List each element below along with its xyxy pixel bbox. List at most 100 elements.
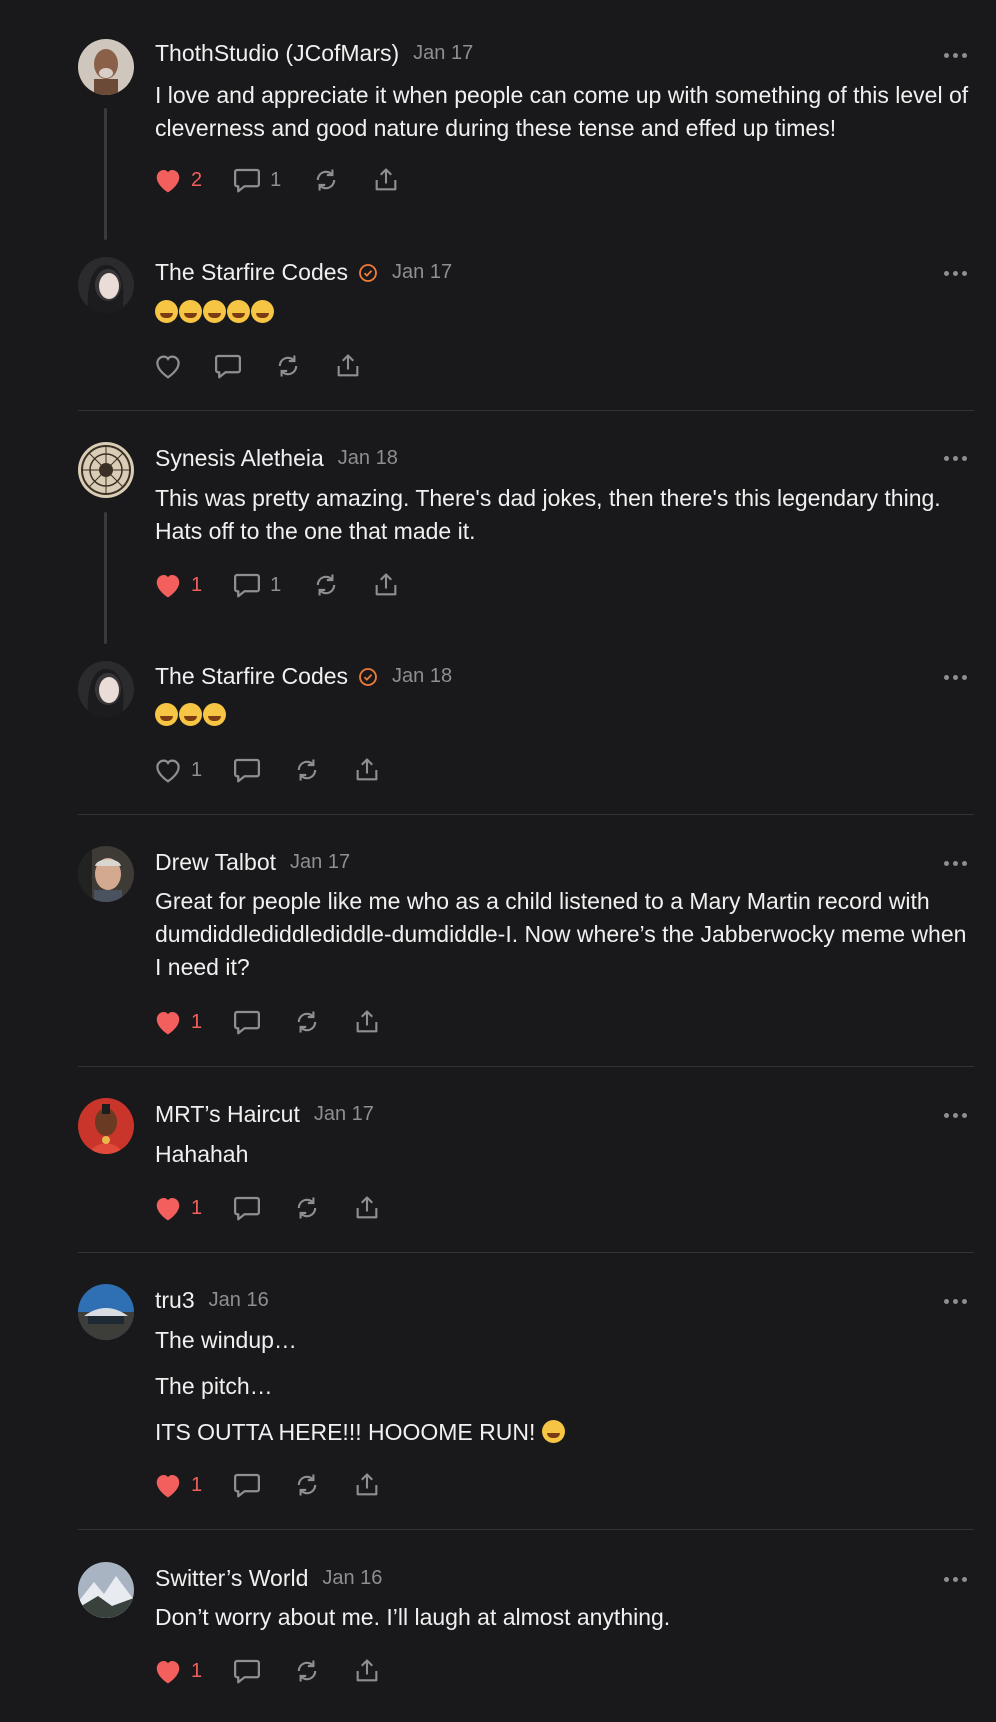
comment-icon (234, 758, 261, 783)
more-options-icon[interactable] (944, 1573, 968, 1585)
like-button[interactable]: 1 (153, 756, 202, 784)
like-button[interactable]: 1 (153, 1471, 202, 1499)
avatar[interactable] (78, 257, 134, 313)
author-name[interactable]: tru3 (155, 1287, 195, 1314)
like-button[interactable]: 2 (153, 166, 202, 194)
comment-icon (234, 168, 261, 193)
author-name[interactable]: Switter’s World (155, 1565, 308, 1592)
restack-button[interactable] (292, 1471, 322, 1499)
comment-text: ITS OUTTA HERE!!! HOOOME RUN! (155, 1419, 536, 1445)
more-options-icon[interactable] (944, 49, 968, 61)
avatar[interactable] (78, 1284, 134, 1340)
share-button[interactable] (352, 1471, 382, 1499)
comment-date[interactable]: Jan 17 (290, 851, 350, 874)
share-button[interactable] (371, 571, 401, 599)
restack-icon (297, 1197, 317, 1219)
reply-button[interactable] (213, 352, 243, 380)
divider (78, 1066, 974, 1067)
comment-date[interactable]: Jan 17 (413, 42, 473, 65)
comment-date[interactable]: Jan 16 (209, 1289, 269, 1312)
more-options-icon[interactable] (944, 1295, 968, 1307)
comment-text: Don’t worry about me. I’ll laugh at almo… (155, 1604, 671, 1630)
more-options-icon[interactable] (944, 671, 968, 683)
share-button[interactable] (352, 756, 382, 784)
more-options-icon[interactable] (944, 452, 968, 464)
comment-actions: 1 1 (153, 571, 431, 599)
restack-button[interactable] (292, 1008, 322, 1036)
comment-header: Switter’s World Jan 16 (155, 1565, 382, 1592)
share-button[interactable] (352, 1008, 382, 1036)
like-button[interactable] (153, 352, 183, 380)
restack-button[interactable] (292, 1657, 322, 1685)
more-options-icon[interactable] (944, 267, 968, 279)
thread-line (104, 108, 107, 240)
reply-button[interactable]: 1 (232, 166, 281, 194)
comment-header: Drew Talbot Jan 17 (155, 849, 350, 876)
share-icon (356, 758, 378, 781)
restack-button[interactable] (311, 166, 341, 194)
share-icon (356, 1196, 378, 1219)
reply-count: 1 (270, 168, 282, 191)
share-button[interactable] (371, 166, 401, 194)
reply-button[interactable] (232, 756, 262, 784)
comment-date[interactable]: Jan 18 (338, 447, 398, 470)
like-count: 1 (191, 1659, 203, 1682)
author-name[interactable]: ThothStudio (JCofMars) (155, 40, 399, 67)
comment-actions (153, 352, 393, 380)
share-icon (337, 354, 359, 377)
author-name[interactable]: The Starfire Codes (155, 663, 348, 690)
heart-filled-icon (156, 170, 180, 193)
author-name[interactable]: MRT’s Haircut (155, 1101, 300, 1128)
restack-button[interactable] (292, 756, 322, 784)
avatar[interactable] (78, 661, 134, 717)
share-button[interactable] (352, 1657, 382, 1685)
avatar[interactable] (78, 1562, 134, 1618)
share-icon (356, 1010, 378, 1033)
share-button[interactable] (333, 352, 363, 380)
author-name[interactable]: Synesis Aletheia (155, 445, 324, 472)
avatar[interactable] (78, 442, 134, 498)
emoji-row (155, 296, 970, 329)
like-button[interactable]: 1 (153, 1194, 202, 1222)
like-button[interactable]: 1 (153, 571, 202, 599)
avatar[interactable] (78, 846, 134, 902)
verified-badge-icon (358, 263, 378, 283)
avatar[interactable] (78, 1098, 134, 1154)
comment-text: Hahahah (155, 1141, 249, 1167)
laughing-emoji-icon (155, 300, 178, 323)
reply-button[interactable]: 1 (232, 571, 281, 599)
like-button[interactable]: 1 (153, 1008, 202, 1036)
comment-header: Synesis Aletheia Jan 18 (155, 445, 398, 472)
comment-date[interactable]: Jan 17 (392, 261, 452, 284)
comment-actions: 1 (153, 1471, 412, 1499)
comment-body (155, 296, 970, 342)
share-icon (375, 168, 397, 191)
restack-button[interactable] (311, 571, 341, 599)
avatar[interactable] (78, 39, 134, 95)
comment-date[interactable]: Jan 17 (314, 1103, 374, 1126)
like-button[interactable]: 1 (153, 1657, 202, 1685)
comment-header: ThothStudio (JCofMars) Jan 17 (155, 40, 473, 67)
divider (78, 814, 974, 815)
comment-body: Don’t worry about me. I’ll laugh at almo… (155, 1601, 970, 1647)
share-button[interactable] (352, 1194, 382, 1222)
more-options-icon[interactable] (944, 857, 968, 869)
like-count: 1 (191, 1010, 203, 1033)
comment-date[interactable]: Jan 18 (392, 665, 452, 688)
comment-date[interactable]: Jan 16 (322, 1567, 382, 1590)
reply-button[interactable] (232, 1008, 262, 1036)
thread-line (104, 512, 107, 644)
author-name[interactable]: The Starfire Codes (155, 259, 348, 286)
comment-text: I love and appreciate it when people can… (155, 82, 969, 141)
divider (78, 1252, 974, 1253)
restack-button[interactable] (273, 352, 303, 380)
restack-button[interactable] (292, 1194, 322, 1222)
reply-button[interactable] (232, 1194, 262, 1222)
comment-actions: 1 (153, 1194, 412, 1222)
reply-button[interactable] (232, 1657, 262, 1685)
comment-body: I love and appreciate it when people can… (155, 79, 970, 158)
more-options-icon[interactable] (944, 1109, 968, 1121)
restack-icon (317, 574, 336, 596)
reply-button[interactable] (232, 1471, 262, 1499)
author-name[interactable]: Drew Talbot (155, 849, 276, 876)
